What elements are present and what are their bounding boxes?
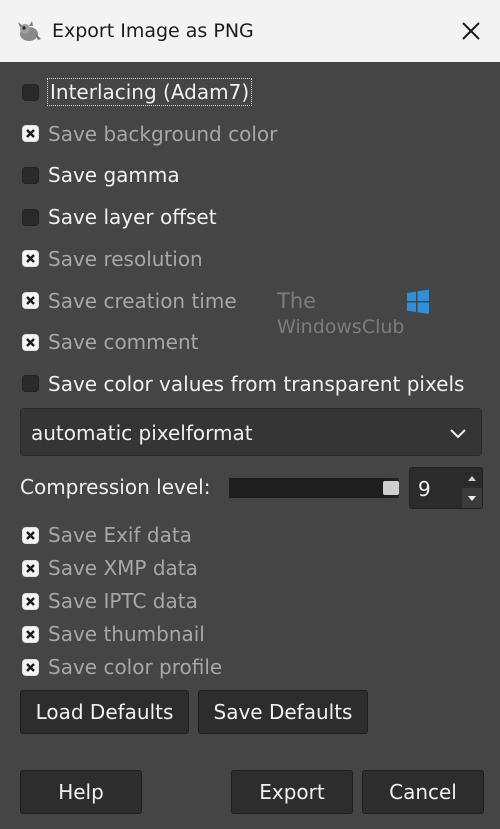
close-icon[interactable] [456, 16, 486, 46]
load-defaults-button[interactable]: Load Defaults [20, 690, 189, 734]
help-button[interactable]: Help [20, 770, 142, 814]
checkbox-label: Save XMP data [48, 556, 198, 580]
checkbox-label: Interlacing (Adam7) [46, 78, 253, 106]
watermark-line1: The [277, 289, 317, 313]
pixelformat-select[interactable]: automatic pixelformat [20, 408, 482, 456]
checkbox-checked [22, 292, 39, 309]
option-checkbox-row: Save creation time [22, 286, 237, 316]
dialog-content: Interlacing (Adam7) Save background color… [0, 62, 500, 829]
option-checkbox-row: Save resolution [22, 244, 203, 274]
checkmark-x-icon [26, 629, 35, 639]
checkbox-checked [22, 125, 39, 143]
checkbox-checked [22, 625, 39, 643]
checkbox-label: Save color values from transparent pixel… [48, 371, 465, 396]
checkbox-label: Save comment [48, 330, 199, 355]
checkbox-label: Save resolution [48, 246, 203, 271]
cancel-button[interactable]: Cancel [362, 770, 484, 814]
windows-logo-icon [405, 289, 431, 319]
checkmark-x-icon [26, 596, 35, 606]
checkbox-checked [22, 333, 39, 351]
save-defaults-button[interactable]: Save Defaults [198, 690, 368, 734]
checkbox-label: Save layer offset [48, 205, 217, 230]
checkmark-x-icon [26, 530, 35, 540]
spin-arrows [462, 468, 482, 508]
checkbox-unchecked[interactable] [22, 208, 39, 226]
option-checkbox-row: Save background color [22, 119, 277, 149]
metadata-checkbox-row: Save color profile [22, 652, 222, 682]
metadata-checkbox-row: Save thumbnail [22, 619, 205, 649]
checkbox-unchecked[interactable] [22, 83, 39, 101]
option-checkbox-row[interactable]: Save color values from transparent pixel… [22, 369, 464, 399]
checkmark-x-icon [26, 337, 35, 347]
checkmark-x-icon [26, 129, 35, 139]
checkmark-x-icon [26, 662, 35, 672]
checkbox-label: Save creation time [48, 288, 237, 313]
metadata-checkbox-row: Save XMP data [22, 553, 198, 583]
watermark: The WindowsClub [277, 289, 437, 343]
checkbox-unchecked[interactable] [22, 375, 39, 393]
option-checkbox-row[interactable]: Interlacing (Adam7) [22, 77, 253, 107]
compression-slider[interactable] [229, 478, 399, 498]
window-title: Export Image as PNG [52, 20, 254, 42]
option-checkbox-row: Save comment [22, 327, 198, 357]
compression-spinbutton[interactable]: 9 [409, 467, 483, 509]
checkbox-checked [22, 250, 39, 268]
metadata-checkbox-row: Save IPTC data [22, 586, 198, 616]
spin-up-icon[interactable] [462, 468, 482, 488]
compression-slider-fill [229, 478, 391, 498]
title-bar: Export Image as PNG [0, 0, 500, 62]
checkbox-label: Save thumbnail [48, 622, 205, 646]
metadata-checkbox-row: Save Exif data [22, 520, 192, 550]
pixelformat-value: automatic pixelformat [31, 421, 253, 445]
chevron-down-icon [449, 425, 467, 444]
compression-slider-thumb[interactable] [383, 481, 399, 495]
checkbox-checked [22, 559, 39, 577]
checkmark-x-icon [26, 296, 35, 305]
checkbox-checked [22, 592, 39, 610]
checkbox-unchecked[interactable] [22, 166, 39, 184]
gimp-icon [14, 17, 42, 45]
checkbox-checked [22, 526, 39, 544]
option-checkbox-row[interactable]: Save layer offset [22, 202, 217, 232]
option-checkbox-row[interactable]: Save gamma [22, 160, 180, 190]
checkbox-label: Save IPTC data [48, 589, 198, 613]
spin-down-icon[interactable] [462, 488, 482, 508]
compression-label: Compression level: [20, 475, 211, 499]
checkmark-x-icon [26, 254, 35, 264]
checkbox-label: Save color profile [48, 655, 223, 679]
watermark-line2: WindowsClub [277, 316, 405, 338]
checkmark-x-icon [26, 563, 35, 573]
compression-value: 9 [418, 477, 431, 501]
export-button[interactable]: Export [231, 770, 353, 814]
checkbox-label: Save background color [48, 121, 278, 146]
checkbox-checked [22, 658, 39, 676]
checkbox-label: Save Exif data [48, 523, 192, 547]
checkbox-label: Save gamma [48, 163, 180, 188]
